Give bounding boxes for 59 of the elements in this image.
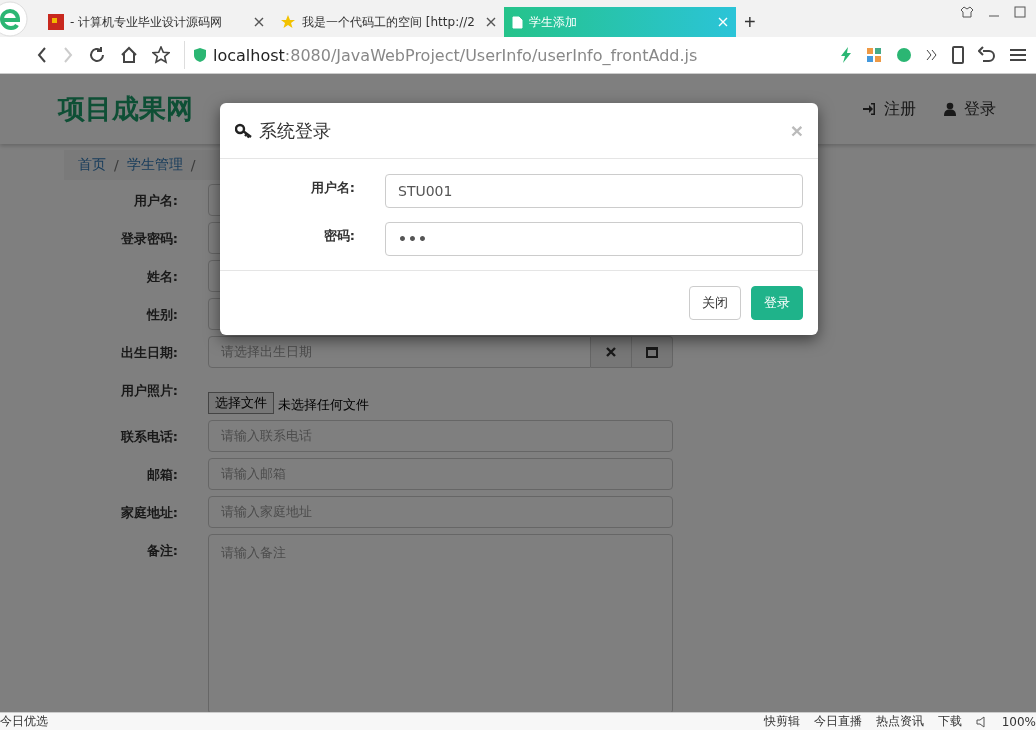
sign-in-icon — [862, 102, 876, 116]
status-item[interactable]: 今日直播 — [813, 713, 862, 730]
breadcrumb-link[interactable]: 首页 — [78, 156, 106, 174]
lightning-icon[interactable] — [840, 47, 852, 63]
bookmark-star-button[interactable] — [152, 46, 170, 64]
field-label: 用户名: — [132, 192, 178, 210]
close-icon[interactable] — [486, 17, 496, 27]
new-tab-button[interactable]: + — [736, 7, 764, 37]
status-item[interactable]: 下载 — [937, 713, 962, 730]
nav-link[interactable]: 登录 — [944, 98, 996, 120]
calendar-button[interactable] — [632, 336, 673, 368]
close-dialog-button[interactable]: 关闭 — [689, 286, 741, 320]
address-field[interactable]: localhost:8080/JavaWebProject/UserInfo/userInfo_frontAdd.js — [184, 41, 826, 69]
file-status: 未选择任何文件 — [278, 396, 369, 414]
clear-button[interactable] — [591, 336, 632, 368]
site-logo[interactable]: 项目成果网 — [58, 91, 193, 127]
field-label: 姓名: — [145, 268, 178, 286]
field-label: 密码: — [322, 227, 355, 245]
favicon-icon — [48, 14, 64, 30]
status-item[interactable]: 快剪辑 — [763, 713, 800, 730]
close-icon[interactable] — [254, 17, 264, 27]
field-label: 性别: — [145, 306, 178, 324]
field-label: 家庭地址: — [119, 504, 178, 522]
back-button[interactable] — [36, 47, 48, 63]
choose-file-button[interactable]: 选择文件 — [208, 392, 274, 414]
star-face-icon — [280, 14, 296, 30]
volume-icon[interactable] — [975, 715, 988, 728]
key-icon — [235, 122, 253, 139]
user-icon — [944, 102, 956, 116]
field-label: 用户名: — [309, 179, 355, 197]
page-icon — [512, 15, 523, 29]
reload-button[interactable] — [88, 46, 106, 64]
zoom-level[interactable]: 100% — [1001, 714, 1036, 729]
field-label: 出生日期: — [119, 344, 178, 362]
field-label: 联系电话: — [119, 428, 178, 446]
password-field[interactable]: ••• — [385, 222, 803, 256]
calendar-icon — [646, 346, 658, 358]
shirt-icon[interactable] — [960, 6, 974, 18]
breadcrumb-separator: / — [114, 157, 119, 173]
phone-icon[interactable] — [952, 46, 964, 64]
field-label: 备注: — [145, 542, 178, 560]
maximize-icon[interactable] — [1014, 6, 1026, 18]
dialog-title: 系统登录 — [259, 118, 331, 143]
nav-link[interactable]: 注册 — [862, 98, 916, 120]
breadcrumb-separator: / — [190, 157, 196, 173]
apps-icon[interactable] — [866, 47, 882, 63]
field-label: 邮箱: — [145, 466, 178, 484]
login-button[interactable]: 登录 — [751, 286, 803, 320]
field-label: 登录密码: — [119, 230, 178, 248]
home-button[interactable] — [120, 46, 138, 64]
status-text[interactable]: 今日优选 — [0, 713, 48, 730]
undo-icon[interactable] — [978, 46, 996, 64]
username-field[interactable]: STU001 — [385, 174, 803, 208]
more-icon[interactable] — [926, 49, 938, 61]
menu-icon[interactable] — [1010, 48, 1026, 62]
field-label: 用户照片: — [119, 382, 178, 400]
breadcrumb-link[interactable]: 学生管理 — [126, 156, 183, 174]
status-item[interactable]: 热点资讯 — [875, 713, 924, 730]
close-icon — [606, 347, 616, 357]
